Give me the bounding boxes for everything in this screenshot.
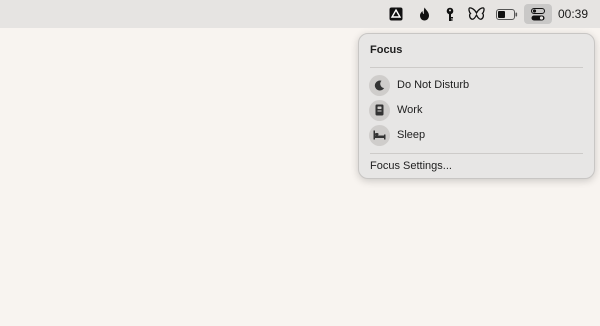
focus-item-label: Work [397,104,423,116]
control-center-icon[interactable] [524,4,552,24]
divider [370,67,583,68]
app-drive-icon[interactable] [388,4,404,24]
focus-item-do-not-disturb[interactable]: Do Not Disturb [359,73,594,97]
divider [370,153,583,154]
focus-item-label: Sleep [397,129,426,141]
menubar-clock[interactable]: 00:39 [558,0,588,28]
bed-icon [369,124,390,146]
key-icon[interactable] [444,4,456,24]
butterfly-icon[interactable] [466,4,486,24]
focus-panel-title: Focus [370,44,403,56]
focus-item-label: Do Not Disturb [397,79,470,91]
menu-bar: 00:39 [0,0,600,28]
focus-item-sleep[interactable]: Sleep [359,123,594,147]
focus-item-work[interactable]: Work [359,98,594,122]
battery-icon[interactable] [496,4,518,24]
work-badge-icon [369,99,390,121]
focus-panel: Focus Do Not Disturb Work Sleep Focus Se… [358,33,595,179]
focus-settings-link[interactable]: Focus Settings... [370,160,452,172]
flame-icon[interactable] [417,4,431,24]
moon-icon [369,74,390,96]
